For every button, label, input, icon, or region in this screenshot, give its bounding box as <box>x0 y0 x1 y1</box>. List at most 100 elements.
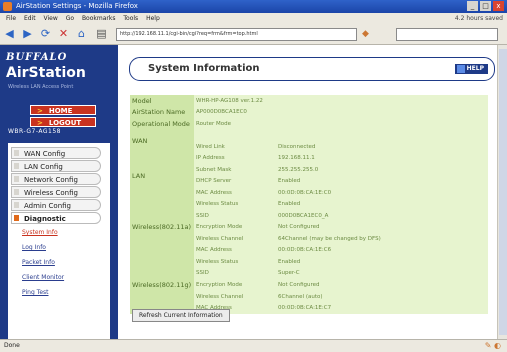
row-key: Wireless Status <box>194 198 276 211</box>
row-key <box>194 129 276 142</box>
row-value: 255.255.255.0 <box>276 164 488 176</box>
arrow-icon: > <box>37 119 43 127</box>
row-value: 000D0BCA1EC0_A <box>276 210 488 222</box>
row-value: 6Channel (auto) <box>276 290 488 303</box>
minimize-button[interactable]: _ <box>467 1 478 11</box>
page-content: BUFFALO AirStation Wireless LAN Access P… <box>0 45 507 339</box>
browser-navbar: ◀ ▶ ⟳ ✕ ⌂ ▤ http://192.168.11.1/cgi-bin/… <box>0 24 507 45</box>
row-key: Subnet Mask <box>194 164 276 176</box>
row-key: SSID <box>194 210 276 222</box>
row-label: Model <box>130 95 194 107</box>
arrow-icon: > <box>37 107 43 115</box>
nav-wireless-config[interactable]: Wireless Config <box>11 186 101 198</box>
section-header: System Information HELP <box>129 57 495 81</box>
brand-name: AirStation <box>6 65 86 81</box>
close-button[interactable]: x <box>493 1 504 11</box>
time-saved-indicator: 4.2 hours saved <box>454 15 503 22</box>
window-title: AirStation Settings - Mozilla Firefox <box>16 2 138 10</box>
row-value <box>276 106 488 119</box>
row-value: 00:0D:0B:CA:1E:C0 <box>276 187 488 199</box>
search-input[interactable] <box>396 28 498 41</box>
row-value <box>276 95 488 107</box>
refresh-button[interactable]: Refresh Current Information <box>132 309 230 322</box>
row-value: 64Channel (may be changed by DFS) <box>276 233 488 245</box>
subnav-log-info[interactable]: Log Info <box>22 244 46 251</box>
row-key: MAC Address <box>194 244 276 257</box>
row-key: DHCP Server <box>194 175 276 188</box>
reload-icon[interactable]: ⟳ <box>40 28 51 39</box>
logout-button-label: LOGOUT <box>48 119 82 127</box>
row-value: Enabled <box>276 256 488 268</box>
menu-tools[interactable]: Tools <box>123 15 138 22</box>
nav-network-config[interactable]: Network Config <box>11 173 101 185</box>
row-key: AP000D0BCA1EC0 <box>194 106 276 119</box>
row-value: 00:0D:0B:CA:1E:C7 <box>276 302 488 314</box>
main-panel: System Information HELP Model WHR-HP-AG10… <box>126 45 502 339</box>
buffalo-logo: BUFFALO <box>6 52 68 63</box>
info-row: LAN IP Address 192.168.11.1 <box>130 152 488 199</box>
row-value: Disconnected <box>276 141 488 153</box>
row-value <box>276 129 488 142</box>
system-info-table: Model WHR-HP-AG108 ver.1.22 AirStation Nam… <box>130 95 488 314</box>
browser-menubar: File Edit View Go Bookmarks Tools Help 4… <box>0 13 507 24</box>
status-bar: Done ✎ ◐ <box>0 339 507 352</box>
row-key: Wireless Status <box>194 256 276 268</box>
scrollbar[interactable] <box>497 45 507 339</box>
go-icon[interactable]: ◆ <box>362 29 369 39</box>
row-label: Wireless(802.11g) <box>130 256 194 314</box>
window-titlebar: AirStation Settings - Mozilla Firefox _ … <box>0 0 507 13</box>
maximize-button[interactable]: □ <box>480 1 491 11</box>
menu-help[interactable]: Help <box>146 15 160 22</box>
row-key: Wireless Channel <box>194 233 276 245</box>
row-key: Wireless Channel <box>194 290 276 303</box>
row-value: Enabled <box>276 198 488 211</box>
home-button[interactable]: > HOME <box>30 105 96 115</box>
nav-admin-config[interactable]: Admin Config <box>11 199 101 211</box>
home-icon[interactable]: ⌂ <box>76 28 87 39</box>
scrollbar-thumb[interactable] <box>499 49 507 335</box>
row-value: Super-C <box>276 267 488 280</box>
stop-icon[interactable]: ✕ <box>58 28 69 39</box>
row-label: AirStation Name <box>130 106 194 119</box>
page-title: System Information <box>148 63 260 74</box>
row-key: MAC Address <box>194 187 276 199</box>
row-key: WHR-HP-AG108 ver.1.22 <box>194 95 276 107</box>
row-key: Wired Link <box>194 141 276 153</box>
row-label: Wireless(802.11a) <box>130 198 194 257</box>
nav-lan-config[interactable]: LAN Config <box>11 160 101 172</box>
subnav-packet-info[interactable]: Packet Info <box>22 259 55 266</box>
menu-view[interactable]: View <box>44 15 58 22</box>
row-value <box>276 118 488 130</box>
model-number: WBR-G7-AG158 <box>8 128 61 135</box>
nav-diagnostic[interactable]: Diagnostic <box>11 212 101 224</box>
menu-go[interactable]: Go <box>66 15 74 22</box>
sidebar: BUFFALO AirStation Wireless LAN Access P… <box>0 45 118 339</box>
row-key: Router Mode <box>194 118 276 130</box>
back-icon[interactable]: ◀ <box>4 28 15 39</box>
info-row: Operational Mode Router Mode <box>130 118 488 130</box>
subnav-ping-test[interactable]: Ping Test <box>22 289 49 296</box>
subnav-system-info[interactable]: System Info <box>22 229 58 236</box>
row-value: Enabled <box>276 175 488 188</box>
menu-bookmarks[interactable]: Bookmarks <box>82 15 116 22</box>
home-button-label: HOME <box>48 107 73 115</box>
logout-button[interactable]: > LOGOUT <box>30 117 96 127</box>
row-value: 00:0D:0B:CA:1E:C6 <box>276 244 488 257</box>
page-icon: ▤ <box>96 27 107 40</box>
menu-file[interactable]: File <box>6 15 16 22</box>
subnav-client-monitor[interactable]: Client Monitor <box>22 274 64 281</box>
firefox-icon <box>3 2 12 11</box>
help-button[interactable]: HELP <box>454 64 488 74</box>
brand-tagline: Wireless LAN Access Point <box>8 84 74 90</box>
row-label: LAN <box>130 152 194 199</box>
row-value: Not Configured <box>276 279 488 291</box>
row-value: 192.168.11.1 <box>276 152 488 165</box>
url-field[interactable]: http://192.168.11.1/cgi-bin/cgi?req=frm&… <box>116 28 357 41</box>
row-label: Operational Mode <box>130 118 194 130</box>
menu-edit[interactable]: Edit <box>24 15 36 22</box>
nav-wan-config[interactable]: WAN Config <box>11 147 101 159</box>
info-row: Wireless(802.11a) Wireless Status Enabled <box>130 198 488 257</box>
info-row: Wireless(802.11g) Wireless Status Enabled <box>130 256 488 314</box>
forward-icon[interactable]: ▶ <box>22 28 33 39</box>
info-row: WAN <box>130 129 488 153</box>
